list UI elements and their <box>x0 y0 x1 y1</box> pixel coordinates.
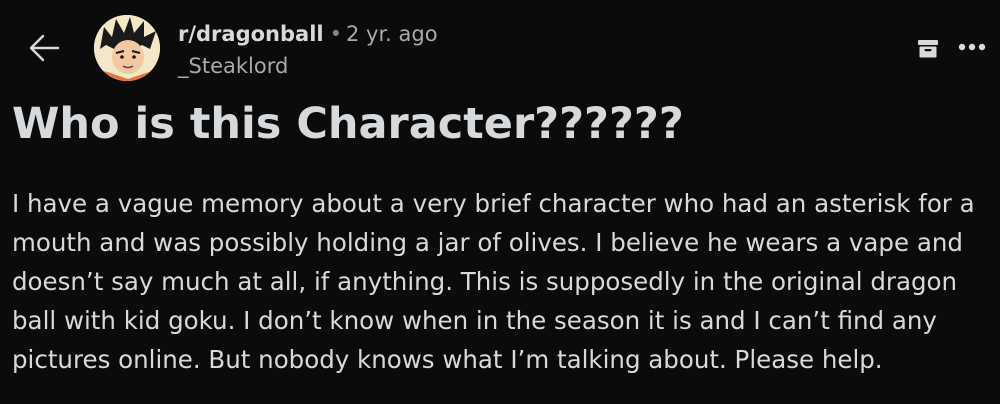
more-options-icon <box>958 43 986 51</box>
back-button[interactable] <box>26 30 62 66</box>
post-header: r/dragonball • 2 yr. ago _Steaklord <box>0 0 1000 90</box>
post-age: 2 yr. ago <box>346 22 438 46</box>
meta-separator: • <box>329 22 342 46</box>
post-meta-line: r/dragonball • 2 yr. ago <box>178 20 438 48</box>
goku-avatar-icon <box>94 15 160 81</box>
post-meta: r/dragonball • 2 yr. ago _Steaklord <box>178 20 438 80</box>
author-username[interactable]: _Steaklord <box>178 52 438 80</box>
archive-button[interactable] <box>914 35 942 63</box>
more-options-button[interactable] <box>955 33 989 61</box>
subreddit-link[interactable]: r/dragonball <box>178 22 324 46</box>
post-title: Who is this Character?????? <box>12 99 684 149</box>
post-body: I have a vague memory about a very brief… <box>12 189 975 374</box>
archive-icon <box>918 40 938 58</box>
subreddit-avatar[interactable] <box>94 15 160 81</box>
back-arrow-icon <box>29 34 60 62</box>
